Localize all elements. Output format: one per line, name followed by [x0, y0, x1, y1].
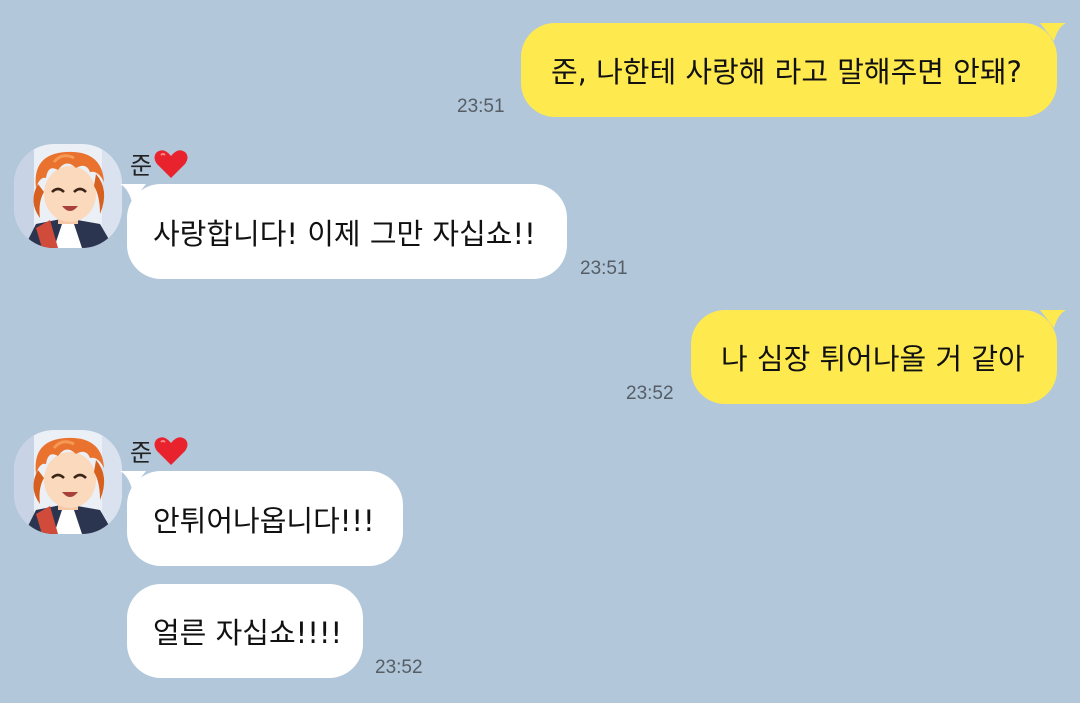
message-time: 23:51 [457, 96, 505, 117]
message-bubble-mine[interactable]: 준, 나한테 사랑해 라고 말해주면 안돼? [521, 23, 1057, 117]
message-text: 안튀어나옵니다!!! [153, 503, 375, 538]
message-text: 얼른 자십쇼!!!! [153, 616, 343, 650]
sender-label: 준 [130, 439, 153, 467]
message-bubble-theirs[interactable]: 사랑합니다! 이제 그만 자십쇼!! [127, 184, 567, 279]
message-time: 23:52 [375, 657, 423, 678]
message-bubble-mine[interactable]: 나 심장 튀어나올 거 같아 [691, 310, 1057, 404]
message-time: 23:51 [580, 258, 628, 279]
avatar[interactable] [14, 430, 122, 534]
bubble-tail [1040, 310, 1066, 328]
avatar[interactable] [14, 144, 122, 248]
message-time: 23:52 [626, 383, 674, 404]
message-bubble-theirs[interactable]: 얼른 자십쇼!!!! [127, 584, 363, 678]
sender-label: 준 [130, 152, 153, 180]
sender-name: 준 [130, 146, 188, 181]
heart-icon [154, 436, 188, 466]
message-text: 나 심장 튀어나올 거 같아 [721, 342, 1025, 376]
message-bubble-theirs[interactable]: 안튀어나옵니다!!! [127, 471, 403, 566]
heart-icon [154, 149, 188, 179]
message-text: 준, 나한테 사랑해 라고 말해주면 안돼? [551, 55, 1022, 89]
sender-name: 준 [130, 433, 188, 468]
message-text: 사랑합니다! 이제 그만 자십쇼!! [153, 216, 536, 251]
bubble-tail [1040, 23, 1066, 41]
